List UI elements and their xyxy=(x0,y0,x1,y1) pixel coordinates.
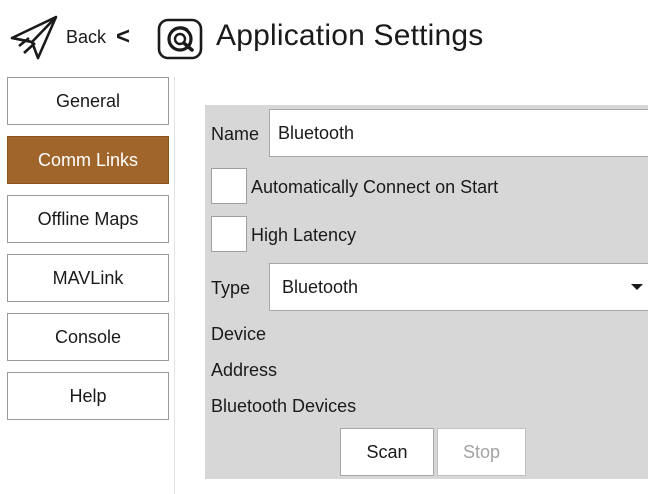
bluetooth-devices-label: Bluetooth Devices xyxy=(211,396,357,416)
name-value: Bluetooth xyxy=(278,122,355,143)
scan-button[interactable]: Scan xyxy=(340,428,434,476)
back-label: Back xyxy=(66,26,107,47)
sidebar-divider xyxy=(174,77,175,494)
back-button[interactable]: Back < xyxy=(8,14,130,60)
sidebar-item-label: Console xyxy=(54,326,122,347)
name-field[interactable]: Bluetooth xyxy=(269,109,648,157)
sidebar-item-label: Help xyxy=(69,385,107,406)
auto-connect-checkbox[interactable] xyxy=(211,168,247,204)
stop-button-label: Stop xyxy=(462,441,501,462)
caret-down-icon xyxy=(631,284,643,290)
sidebar-item-mavlink[interactable]: MAVLink xyxy=(7,254,169,302)
page-title: Application Settings xyxy=(216,19,484,52)
sidebar-item-offline-maps[interactable]: Offline Maps xyxy=(7,195,169,243)
auto-connect-label[interactable]: Automatically Connect on Start xyxy=(251,177,498,198)
type-dropdown[interactable]: Bluetooth xyxy=(269,263,648,311)
sidebar-item-help[interactable]: Help xyxy=(7,372,169,420)
link-settings-panel: Name Bluetooth Automatically Connect on … xyxy=(205,105,648,479)
scan-button-label: Scan xyxy=(366,441,408,462)
high-latency-checkbox[interactable] xyxy=(211,216,247,252)
top-bar: Back < Application Settings xyxy=(0,0,648,76)
type-label: Type xyxy=(211,278,251,298)
type-value: Bluetooth xyxy=(282,276,359,297)
device-label: Device xyxy=(211,324,267,344)
sidebar-item-label: General xyxy=(55,90,121,111)
sidebar-item-comm-links[interactable]: Comm Links xyxy=(7,136,169,184)
sidebar-item-label: Offline Maps xyxy=(37,208,139,229)
address-label: Address xyxy=(211,360,278,380)
sidebar-item-general[interactable]: General xyxy=(7,77,169,125)
high-latency-label[interactable]: High Latency xyxy=(251,225,356,246)
qgc-logo-icon[interactable] xyxy=(157,18,203,60)
back-chevron: < xyxy=(116,23,131,50)
stop-button[interactable]: Stop xyxy=(437,428,526,476)
paper-plane-arrow-icon xyxy=(10,15,58,60)
sidebar-item-label: Comm Links xyxy=(37,149,139,170)
sidebar-item-label: MAVLink xyxy=(52,267,124,288)
sidebar-item-console[interactable]: Console xyxy=(7,313,169,361)
name-label: Name xyxy=(211,124,260,144)
